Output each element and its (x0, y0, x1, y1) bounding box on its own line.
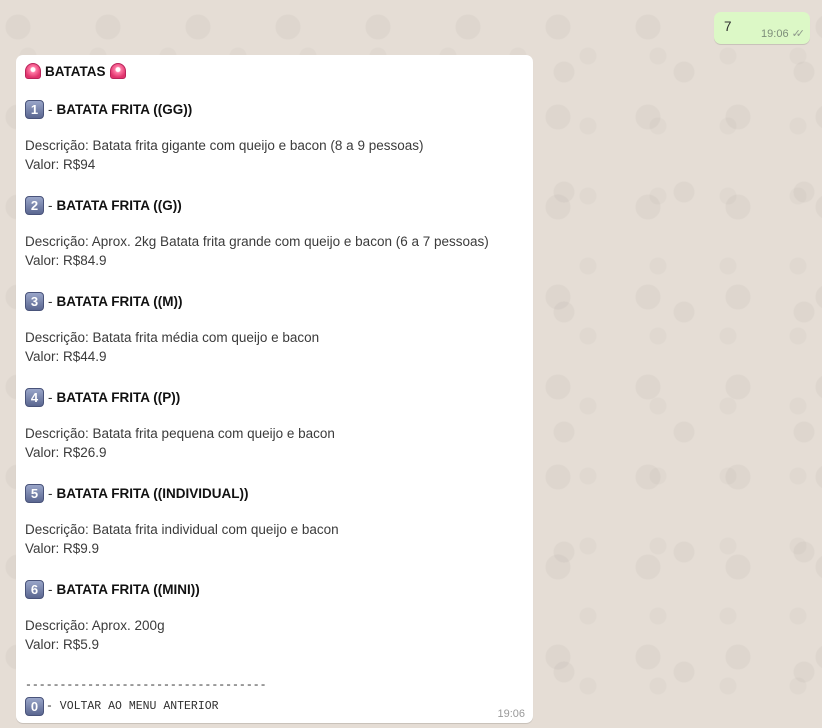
menu-item: 3 - BATATA FRITA ((M)) Descrição: Batata… (25, 291, 525, 364)
keycap-three-icon: 3 (25, 291, 44, 311)
menu-item-price: Valor: R$9.9 (25, 541, 100, 556)
menu-section-title: BATATAS (25, 63, 126, 79)
menu-item-dash: - (48, 101, 53, 117)
menu-item-name: BATATA FRITA ((MINI)) (56, 581, 200, 597)
menu-item: 1 - BATATA FRITA ((GG)) Descrição: Batat… (25, 99, 525, 172)
keycap-five-icon: 5 (25, 483, 44, 503)
double-check-icon: ✓✓ (791, 28, 806, 40)
outgoing-message-text: 7 (724, 19, 732, 34)
menu-item: 6 - BATATA FRITA ((MINI)) Descrição: Apr… (25, 579, 525, 652)
menu-item-dash: - (48, 197, 53, 213)
menu-item-price: Valor: R$94 (25, 157, 96, 172)
menu-item-price: Valor: R$84.9 (25, 253, 107, 268)
menu-item-dash: - (48, 389, 53, 405)
menu-item-description: Descrição: Batata frita pequena com quei… (25, 426, 335, 441)
menu-item-dash: - (48, 581, 53, 597)
keycap-two-icon: 2 (25, 195, 44, 215)
keycap-six-icon: 6 (25, 579, 44, 599)
menu-item-name: BATATA FRITA ((M)) (56, 293, 183, 309)
menu-item-price: Valor: R$44.9 (25, 349, 107, 364)
incoming-message-bubble[interactable]: BATATAS 1 - BATATA FRITA ((GG)) Descriçã… (16, 55, 533, 723)
menu-item-name: BATATA FRITA ((G)) (56, 197, 182, 213)
menu-item-description: Descrição: Aprox. 2kg Batata frita grand… (25, 234, 489, 249)
menu-item: 4 - BATATA FRITA ((P)) Descrição: Batata… (25, 387, 525, 460)
menu-item-description: Descrição: Batata frita individual com q… (25, 522, 339, 537)
outgoing-message-bubble[interactable]: 7 19:06 ✓✓ (714, 12, 810, 44)
police-light-icon (109, 63, 126, 79)
menu-item-name: BATATA FRITA ((P)) (56, 389, 181, 405)
menu-item-description: Descrição: Batata frita gigante com quei… (25, 138, 424, 153)
menu-divider: ----------------------------------- (25, 679, 267, 692)
incoming-message-time: 19:06 (497, 708, 525, 720)
menu-item-description: Descrição: Aprox. 200g (25, 618, 165, 633)
keycap-one-icon: 1 (25, 99, 44, 119)
menu-item: 2 - BATATA FRITA ((G)) Descrição: Aprox.… (25, 195, 525, 268)
outgoing-message-time: 19:06 (761, 27, 789, 40)
menu-section-title-text: BATATAS (45, 63, 106, 79)
keycap-four-icon: 4 (25, 387, 44, 407)
back-option: 0 - VOLTAR AO MENU ANTERIOR (25, 696, 219, 716)
menu-item-name: BATATA FRITA ((GG)) (56, 101, 193, 117)
police-light-icon (25, 63, 41, 79)
outgoing-message-meta: 19:06 ✓✓ (761, 27, 806, 41)
menu-item: 5 - BATATA FRITA ((INDIVIDUAL)) Descriçã… (25, 483, 525, 556)
menu-item-name: BATATA FRITA ((INDIVIDUAL)) (56, 485, 249, 501)
keycap-zero-icon: 0 (25, 696, 44, 716)
menu-item-dash: - (48, 485, 53, 501)
back-option-label: - VOLTAR AO MENU ANTERIOR (46, 699, 219, 713)
menu-item-description: Descrição: Batata frita média com queijo… (25, 330, 320, 345)
menu-item-price: Valor: R$26.9 (25, 445, 107, 460)
menu-item-dash: - (48, 293, 53, 309)
menu-item-price: Valor: R$5.9 (25, 637, 100, 652)
